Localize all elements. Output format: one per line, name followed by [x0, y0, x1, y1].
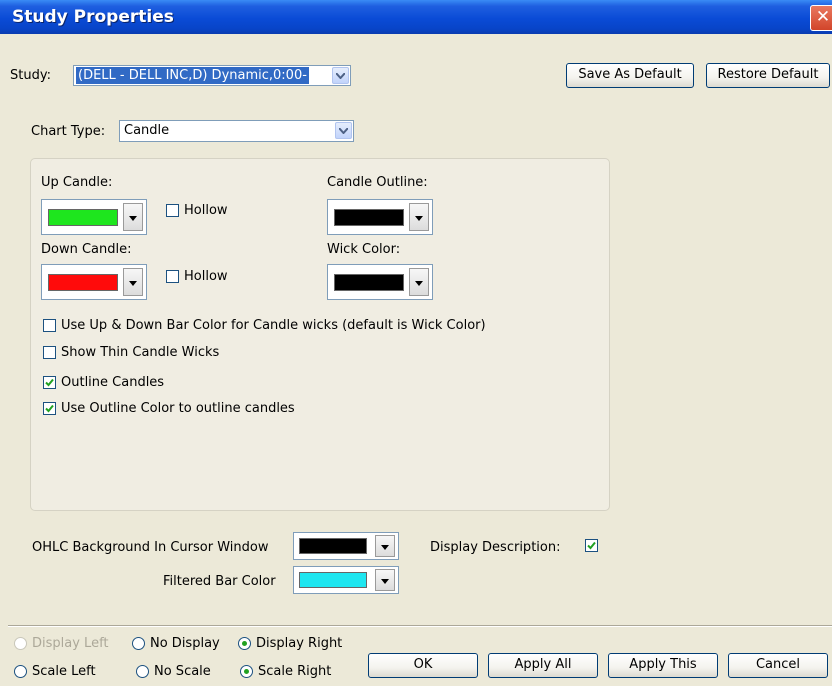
scale-left-radio[interactable] [14, 665, 27, 678]
checkmark-icon [587, 541, 596, 550]
dropdown-arrow-icon[interactable] [375, 535, 395, 557]
up-candle-color-picker[interactable] [41, 199, 147, 235]
display-left-radio[interactable] [14, 637, 27, 650]
no-scale-radio[interactable] [136, 665, 149, 678]
filtered-bar-color-label: Filtered Bar Color [163, 574, 276, 589]
apply-this-button[interactable]: Apply This [608, 653, 718, 678]
up-hollow-label: Hollow [184, 203, 228, 218]
ohlc-background-label: OHLC Background In Cursor Window [32, 540, 269, 555]
study-value: (DELL - DELL INC,D) Dynamic,0:00- [76, 67, 309, 84]
chart-type-value: Candle [124, 123, 170, 138]
display-description-checkbox[interactable] [585, 539, 598, 552]
chart-type-label: Chart Type: [31, 124, 106, 139]
display-right-radio[interactable] [238, 637, 251, 650]
no-display-label: No Display [150, 636, 220, 651]
display-right-label: Display Right [256, 636, 343, 651]
filtered-bar-color-picker[interactable] [293, 566, 399, 594]
down-candle-label: Down Candle: [41, 242, 132, 257]
study-label: Study: [10, 68, 51, 83]
dropdown-arrow-icon[interactable] [123, 268, 143, 296]
down-candle-swatch [48, 274, 118, 291]
scale-left-label: Scale Left [32, 664, 96, 679]
window-title: Study Properties [12, 7, 174, 27]
chevron-down-icon[interactable] [332, 67, 349, 84]
use-outline-color-label: Use Outline Color to outline candles [61, 401, 295, 416]
down-candle-color-picker[interactable] [41, 264, 147, 300]
chart-type-select[interactable]: Candle [119, 120, 354, 142]
display-left-label: Display Left [32, 636, 109, 651]
wick-color-swatch [334, 274, 404, 291]
title-bar: Study Properties ✕ [0, 0, 832, 34]
no-scale-label: No Scale [154, 664, 211, 679]
separator [8, 625, 832, 627]
down-hollow-label: Hollow [184, 269, 228, 284]
down-hollow-checkbox[interactable] [166, 270, 179, 283]
outline-candles-checkbox[interactable] [43, 376, 56, 389]
dropdown-arrow-icon[interactable] [409, 268, 429, 296]
dropdown-arrow-icon[interactable] [375, 569, 395, 591]
close-button[interactable]: ✕ [810, 5, 832, 31]
outline-candles-label: Outline Candles [61, 375, 165, 390]
thin-wicks-label: Show Thin Candle Wicks [61, 345, 220, 360]
scale-right-radio[interactable] [240, 665, 253, 678]
dropdown-arrow-icon[interactable] [123, 203, 143, 231]
up-candle-swatch [48, 209, 118, 226]
ohlc-background-color-picker[interactable] [293, 532, 399, 560]
dropdown-arrow-icon[interactable] [409, 203, 429, 231]
save-as-default-button[interactable]: Save As Default [566, 63, 694, 88]
wick-color-label: Wick Color: [327, 242, 401, 257]
filtered-bar-swatch [299, 572, 367, 588]
no-display-radio[interactable] [132, 637, 145, 650]
up-candle-label: Up Candle: [41, 175, 113, 190]
candle-outline-color-picker[interactable] [327, 199, 433, 235]
checkmark-icon [45, 378, 54, 387]
close-icon: ✕ [815, 7, 831, 27]
ok-button[interactable]: OK [368, 653, 478, 678]
candle-outline-swatch [334, 209, 404, 226]
thin-wicks-checkbox[interactable] [43, 346, 56, 359]
study-select[interactable]: (DELL - DELL INC,D) Dynamic,0:00- [73, 65, 351, 86]
up-hollow-checkbox[interactable] [166, 204, 179, 217]
apply-all-button[interactable]: Apply All [488, 653, 598, 678]
candle-outline-label: Candle Outline: [327, 175, 428, 190]
cancel-button[interactable]: Cancel [728, 653, 828, 678]
ohlc-background-swatch [299, 538, 367, 554]
chevron-down-icon[interactable] [335, 122, 352, 139]
use-bar-color-wicks-checkbox[interactable] [43, 319, 56, 332]
scale-right-label: Scale Right [258, 664, 332, 679]
wick-color-picker[interactable] [327, 264, 433, 300]
display-description-label: Display Description: [430, 540, 561, 555]
use-bar-color-wicks-label: Use Up & Down Bar Color for Candle wicks… [61, 318, 486, 333]
restore-default-button[interactable]: Restore Default [706, 63, 830, 88]
use-outline-color-checkbox[interactable] [43, 402, 56, 415]
checkmark-icon [45, 404, 54, 413]
